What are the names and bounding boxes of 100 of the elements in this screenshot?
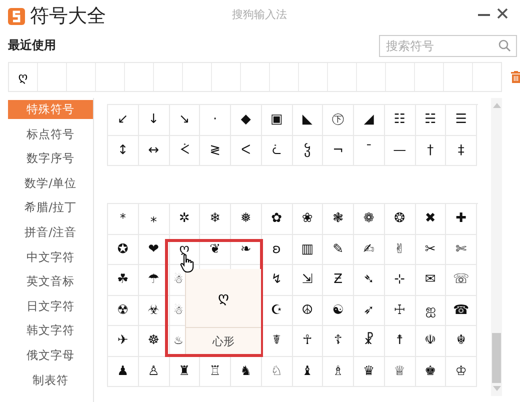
symbol-cell[interactable]: ♜ [178,364,190,378]
symbol-cell[interactable]: ❦ [210,242,221,256]
category-item[interactable]: 日文字符 [8,296,93,316]
symbol-cell[interactable]: ღ [18,70,28,84]
symbol-cell[interactable]: ㊦ [332,113,345,126]
category-item[interactable]: 制表符 [8,370,93,390]
symbol-cell[interactable]: ᢽ [272,144,282,157]
category-item[interactable]: 标点符号 [8,124,93,144]
symbol-cell[interactable]: ʚ [272,242,281,256]
symbol-cell[interactable]: ᐸ [241,144,251,157]
symbol-cell[interactable]: ☷ [394,113,406,126]
category-item[interactable]: 中文字符 [8,248,93,267]
symbol-cell[interactable]: ☪ [270,304,282,317]
symbol-cell[interactable]: ❂ [394,212,406,226]
symbol-cell[interactable]: ჴ [304,144,311,157]
symbol-cell[interactable]: ˉ [366,144,372,157]
symbol-cell[interactable]: ◣ [302,113,312,126]
symbol-cell[interactable]: ✌ [394,242,406,256]
scrollbar[interactable] [491,98,502,396]
symbol-cell[interactable]: ✲ [178,212,190,226]
close-icon[interactable] [497,8,508,19]
search-icon[interactable] [498,38,511,52]
symbol-cell[interactable]: ♙ [148,364,160,378]
symbol-cell[interactable]: ☧ [364,334,374,348]
symbol-cell[interactable]: ⊹ [394,273,406,286]
symbol-cell[interactable]: ✍ [363,242,374,256]
symbol-cell[interactable]: ✄ [456,242,467,256]
search-field[interactable]: 搜索符号 [379,34,517,56]
category-item[interactable]: 希腊/拉丁 [8,198,93,218]
symbol-cell[interactable]: ◆ [240,113,251,126]
symbol-cell[interactable]: ❄ [210,212,221,226]
symbol-cell[interactable]: ♛ [363,364,375,378]
symbol-cell[interactable]: ♕ [394,364,406,378]
symbol-cell[interactable]: ☦ [334,334,342,348]
symbol-cell[interactable]: ✪ [117,242,128,256]
symbol-cell[interactable]: ♞ [240,364,252,378]
symbol-cell[interactable]: ♔ [455,364,467,378]
symbol-cell[interactable]: ☫ [424,334,436,348]
symbol-cell[interactable]: ❁ [363,212,374,226]
symbol-cell[interactable]: ◢ [364,113,374,126]
symbol-cell[interactable]: † [427,144,434,157]
symbol-cell[interactable]: ☥ [302,334,312,348]
category-item[interactable]: 拼音/注音 [8,222,93,242]
symbol-cell[interactable]: ❤ [148,242,160,256]
symbol-cell[interactable]: ↕ [117,144,128,157]
symbol-cell[interactable]: ❅ [240,212,252,226]
symbol-cell[interactable]: ↯ [271,273,282,286]
symbol-cell[interactable]: ✉ [424,273,436,286]
symbol-cell[interactable]: ➴ [363,273,374,286]
scroll-up-icon[interactable] [492,103,500,108]
symbol-cell[interactable]: ☯ [332,304,344,317]
symbol-cell[interactable]: ▣ [270,113,283,126]
symbol-cell[interactable]: ↘ [178,113,190,126]
category-item[interactable]: 俄文字母 [8,346,93,365]
symbol-cell[interactable]: ☰ [455,113,467,126]
symbol-cell[interactable]: ❃ [332,212,344,226]
symbol-cell[interactable]: ⁎ [150,212,157,226]
symbol-cell[interactable]: ✎ [332,242,344,256]
symbol-cell[interactable]: ¬ [332,144,344,157]
symbol-cell[interactable]: ᢵ [180,144,189,157]
symbol-cell[interactable]: ＊ [116,212,130,226]
category-item[interactable]: 韩文字符 [8,321,93,340]
category-item[interactable]: 数学/单位 [8,174,93,193]
symbol-cell[interactable]: — [393,144,406,157]
symbol-cell[interactable]: ❧ [240,242,252,256]
symbol-cell[interactable]: ☩ [394,304,406,317]
symbol-cell[interactable]: ☘ [117,273,129,286]
symbol-cell[interactable]: ☢ [117,304,129,317]
symbol-cell[interactable]: ☮ [302,304,314,317]
symbol-cell[interactable]: ✂ [424,242,436,256]
symbol-cell[interactable]: ≷ [210,144,221,157]
symbol-cell[interactable]: ‡ [458,144,464,157]
symbol-cell[interactable]: ⇲ [302,273,313,286]
symbol-cell[interactable]: ☸ [148,334,160,348]
symbol-cell[interactable]: ♨ [174,335,184,346]
scroll-thumb[interactable] [492,333,501,383]
trash-icon[interactable] [511,71,520,83]
symbol-cell[interactable]: ✿ [271,212,282,226]
symbol-cell[interactable]: ☏ [452,273,470,286]
symbol-cell[interactable]: ✚ [456,212,467,226]
symbol-cell[interactable]: ☎ [453,304,470,317]
symbol-cell[interactable]: ♝ [302,364,314,378]
symbol-cell[interactable]: ➶ [363,304,374,317]
symbol-cell[interactable]: ☬ [456,334,466,348]
symbol-cell[interactable]: ☂ [148,273,160,286]
symbol-cell[interactable]: ❀ [302,212,313,226]
symbol-cell[interactable]: ☃ [174,274,184,286]
symbol-cell[interactable]: ☵ [424,113,436,126]
symbol-cell[interactable]: ♖ [209,364,221,378]
symbol-cell[interactable]: ↓ [148,113,160,126]
scroll-down-icon[interactable] [492,386,500,391]
symbol-cell[interactable]: ✖ [424,212,436,226]
symbol-cell[interactable]: · [213,113,218,126]
symbol-cell[interactable]: ✈ [117,334,128,348]
symbol-cell[interactable]: ஐ [425,304,436,317]
symbol-cell[interactable]: ♗ [332,364,344,378]
symbol-cell[interactable]: ☨ [396,334,404,348]
symbol-cell[interactable]: ☤ [272,334,281,348]
symbol-cell[interactable]: ▥ [301,242,314,256]
symbol-cell[interactable]: ♟ [117,364,129,378]
